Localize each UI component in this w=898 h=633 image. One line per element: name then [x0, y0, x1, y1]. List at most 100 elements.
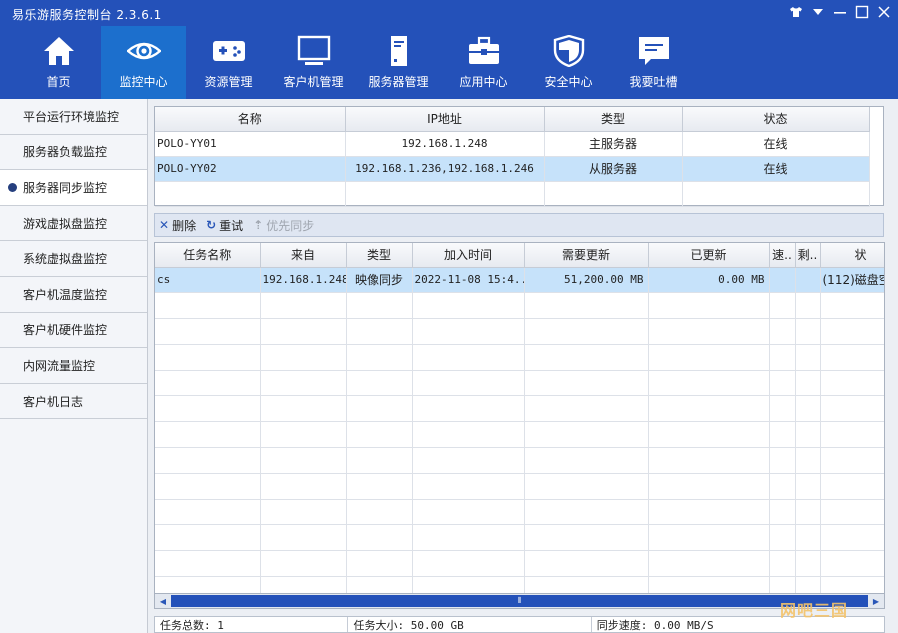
- column-header-status[interactable]: 状: [820, 243, 884, 268]
- empty-cell: [260, 473, 347, 500]
- column-header-status[interactable]: 状态: [682, 107, 870, 132]
- scroll-right-arrow-icon[interactable]: ▶: [868, 594, 884, 608]
- empty-cell: [260, 370, 347, 397]
- sidebar-item-game-vdisk[interactable]: 游戏虚拟盘监控: [0, 205, 147, 242]
- empty-cell: [820, 395, 884, 423]
- delete-label: 删除: [172, 218, 197, 233]
- refresh-icon: ↻: [206, 218, 217, 232]
- empty-cell: [820, 499, 884, 526]
- sidebar-item-client-log[interactable]: 客户机日志: [0, 383, 147, 420]
- nav-server-management[interactable]: 服务器管理: [356, 26, 441, 99]
- sidebar-item-system-vdisk[interactable]: 系统虚拟盘监控: [0, 241, 147, 277]
- scroll-left-arrow-icon[interactable]: ◀: [155, 594, 171, 608]
- empty-cell: [648, 344, 770, 371]
- sidebar-item-lan-traffic[interactable]: 内网流量监控: [0, 348, 147, 384]
- empty-row: [155, 473, 884, 500]
- minimize-icon[interactable]: [832, 4, 848, 20]
- empty-cell: [648, 421, 770, 449]
- delete-button[interactable]: ✕ 删除: [159, 217, 196, 234]
- empty-row: [155, 318, 884, 345]
- sidebar-item-label: 客户机日志: [23, 394, 84, 409]
- sidebar-item-client-hardware[interactable]: 客户机硬件监控: [0, 312, 147, 349]
- empty-cell: [155, 395, 261, 423]
- empty-cell: [795, 292, 821, 320]
- table-row[interactable]: cs 192.168.1.248 映像同步 2022-11-08 15:4...…: [155, 267, 884, 294]
- column-header-speed[interactable]: 速..: [769, 243, 796, 268]
- empty-cell: [648, 473, 770, 500]
- table-row[interactable]: POLO-YY02 192.168.1.236,192.168.1.246 从服…: [155, 156, 870, 182]
- main-panel: 名称 IP地址 类型 状态 POLO-YY01 192.168.1.248 主服…: [148, 99, 898, 633]
- nav-resource-management[interactable]: 资源管理: [186, 26, 271, 99]
- nav-client-management[interactable]: 客户机管理: [271, 26, 356, 99]
- table-row[interactable]: POLO-YY01 192.168.1.248 主服务器 在线: [155, 131, 870, 157]
- empty-cell: [524, 292, 649, 320]
- column-header-task-name[interactable]: 任务名称: [155, 243, 261, 268]
- task-need-update: 51,200.00 MB: [524, 267, 649, 294]
- column-header-ip[interactable]: IP地址: [345, 107, 545, 132]
- column-header-join-time[interactable]: 加入时间: [412, 243, 525, 268]
- server-type: 从服务器: [544, 156, 683, 182]
- empty-cell: [795, 344, 821, 371]
- shirt-icon[interactable]: [788, 4, 804, 20]
- empty-cell: [412, 421, 525, 449]
- task-toolbar: ✕ 删除 ↻ 重试 ⇡ 优先同步: [154, 213, 884, 237]
- empty-row: [155, 499, 884, 526]
- sidebar-item-label: 客户机温度监控: [23, 287, 108, 302]
- column-header-from[interactable]: 来自: [260, 243, 347, 268]
- sidebar-item-client-temp[interactable]: 客户机温度监控: [0, 276, 147, 313]
- empty-row: [155, 292, 884, 320]
- empty-cell: [155, 550, 261, 578]
- nav-monitor-center[interactable]: 监控中心: [101, 26, 186, 99]
- eye-icon: [124, 34, 164, 68]
- task-table: 任务名称 来自 类型 加入时间 需要更新 已更新 速.. 剩.. 状 cs 19…: [154, 242, 885, 609]
- empty-cell: [155, 421, 261, 449]
- empty-cell: [648, 292, 770, 320]
- empty-cell: [795, 524, 821, 552]
- task-type: 映像同步: [346, 267, 413, 294]
- close-icon[interactable]: [876, 4, 892, 20]
- table-row: [155, 181, 870, 207]
- empty-row: [155, 421, 884, 449]
- empty-cell: [648, 370, 770, 397]
- home-icon: [39, 34, 79, 68]
- empty-cell: [260, 421, 347, 449]
- app-title: 易乐游服务控制台 2.3.6.1: [12, 8, 162, 22]
- column-header-name[interactable]: 名称: [155, 107, 346, 132]
- maximize-icon[interactable]: [854, 4, 870, 20]
- nav-feedback[interactable]: 我要吐槽: [611, 26, 696, 99]
- sidebar-item-platform-env[interactable]: 平台运行环境监控: [0, 99, 147, 135]
- empty-cell: [769, 447, 796, 474]
- task-name: cs: [155, 267, 261, 294]
- column-header-type[interactable]: 类型: [544, 107, 683, 132]
- empty-cell: [795, 395, 821, 423]
- server-type: 主服务器: [544, 131, 683, 157]
- empty-cell: [648, 447, 770, 474]
- column-header-need-update[interactable]: 需要更新: [524, 243, 649, 268]
- empty-cell: [769, 344, 796, 371]
- empty-cell: [412, 318, 525, 345]
- nav-app-center[interactable]: 应用中心: [441, 26, 526, 99]
- retry-button[interactable]: ↻ 重试: [206, 217, 243, 234]
- empty-cell: [648, 550, 770, 578]
- column-header-updated[interactable]: 已更新: [648, 243, 770, 268]
- empty-cell: [524, 473, 649, 500]
- sidebar-item-server-load[interactable]: 服务器负载监控: [0, 134, 147, 171]
- horizontal-scrollbar[interactable]: ◀ ⦀ ▶: [154, 593, 885, 609]
- empty-cell: [820, 524, 884, 552]
- sidebar-item-server-sync[interactable]: 服务器同步监控: [0, 170, 147, 206]
- column-header-type[interactable]: 类型: [346, 243, 413, 268]
- empty-cell: [155, 318, 261, 345]
- dropdown-icon[interactable]: [810, 4, 826, 20]
- retry-label: 重试: [219, 218, 244, 233]
- server-name: POLO-YY01: [155, 131, 346, 157]
- sidebar: 平台运行环境监控 服务器负载监控 服务器同步监控 游戏虚拟盘监控 系统虚拟盘监控…: [0, 99, 148, 633]
- nav-home[interactable]: 首页: [16, 26, 101, 99]
- sidebar-item-label: 服务器负载监控: [23, 145, 108, 160]
- empty-cell: [769, 421, 796, 449]
- nav-security-center[interactable]: 安全中心: [526, 26, 611, 99]
- column-header-remaining[interactable]: 剩..: [795, 243, 821, 268]
- status-total: 任务总数: 1: [155, 617, 349, 632]
- scroll-thumb[interactable]: ⦀: [171, 595, 868, 607]
- empty-cell: [260, 318, 347, 345]
- priority-sync-button[interactable]: ⇡ 优先同步: [253, 217, 314, 234]
